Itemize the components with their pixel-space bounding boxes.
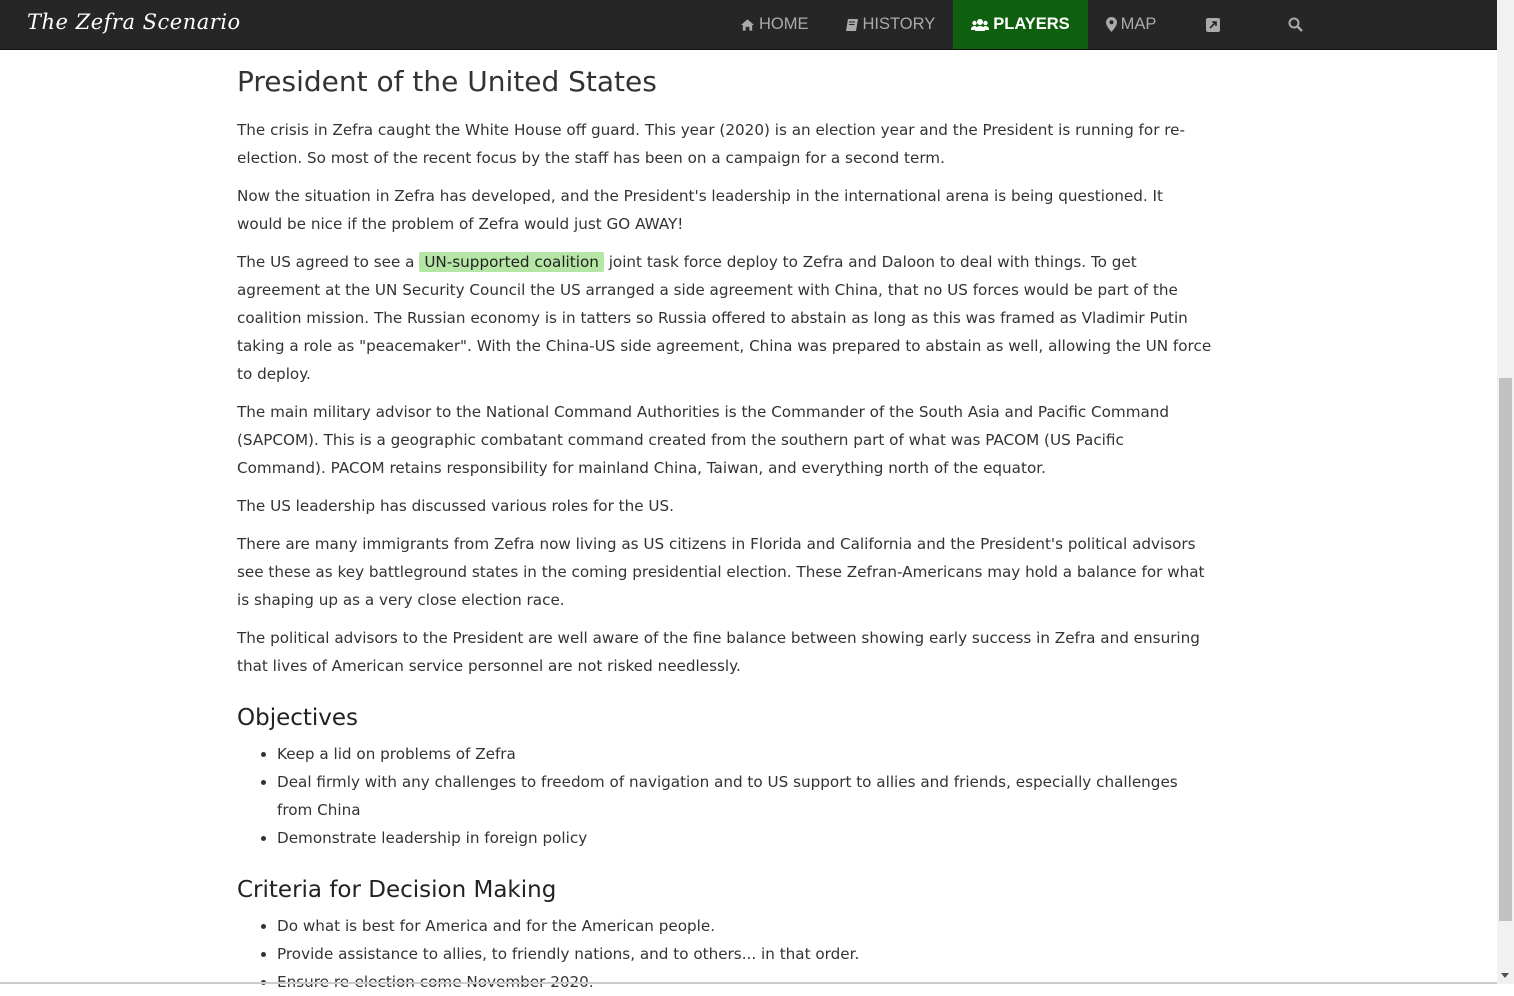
paragraph-advisors: The political advisors to the President …: [237, 629, 1200, 675]
page-title: President of the United States: [237, 65, 657, 98]
paragraph-roles: The US leadership has discussed various …: [237, 497, 675, 515]
nav-home-label: HOME: [759, 15, 809, 33]
objective-item: Demonstrate leadership in foreign policy: [277, 824, 1212, 852]
paragraph-coalition: The US agreed to see a UN-supported coal…: [237, 248, 1212, 388]
nav-history-label: HISTORY: [862, 15, 936, 33]
nav-players[interactable]: PLAYERS: [953, 0, 1088, 49]
paragraph-coalition-start: The US agreed to see a: [237, 253, 420, 271]
nav-map-label: MAP: [1120, 15, 1157, 33]
un-coalition-link[interactable]: UN-supported coalition: [419, 252, 604, 272]
home-icon: [740, 18, 755, 32]
nav-history[interactable]: HISTORY: [827, 0, 954, 49]
scrollbar-thumb[interactable]: [1499, 378, 1512, 921]
site-brand[interactable]: The Zefra Scenario: [27, 10, 241, 34]
objective-item: Keep a lid on problems of Zefra: [277, 740, 1212, 768]
objective-item: Deal firmly with any challenges to freed…: [277, 768, 1212, 824]
objectives-heading: Objectives: [237, 705, 359, 731]
objectives-list: Keep a lid on problems of Zefra Deal fir…: [237, 740, 1212, 852]
criteria-heading: Criteria for Decision Making: [237, 877, 557, 903]
main-nav: HOME HISTORY PLAYERS MAP: [722, 0, 1339, 49]
nav-external-link[interactable]: [1174, 0, 1256, 49]
top-navbar: The Zefra Scenario HOME HISTORY PLAYERS …: [0, 0, 1497, 50]
paragraph-situation: Now the situation in Zefra has developed…: [237, 187, 1163, 233]
criteria-item: Provide assistance to allies, to friendl…: [277, 940, 1212, 968]
search-icon: [1288, 17, 1304, 32]
paragraph-sapcom: The main military advisor to the Nationa…: [237, 403, 1170, 477]
map-marker-icon: [1105, 17, 1117, 32]
criteria-item: Do what is best for America and for the …: [277, 912, 1212, 940]
vertical-scrollbar[interactable]: [1497, 0, 1514, 984]
nav-search[interactable]: [1256, 0, 1339, 49]
nav-players-label: PLAYERS: [993, 15, 1070, 33]
book-icon: [845, 18, 859, 32]
paragraph-coalition-end: joint task force deploy to Zefra and Dal…: [237, 253, 1212, 383]
nav-home[interactable]: HOME: [722, 0, 827, 49]
external-link-icon: [1206, 17, 1221, 32]
users-icon: [971, 18, 990, 32]
main-content: President of the United States The crisi…: [237, 62, 1212, 996]
paragraph-immigrants: There are many immigrants from Zefra now…: [237, 535, 1205, 609]
scroll-down-arrow-icon[interactable]: [1501, 973, 1509, 978]
paragraph-crisis: The crisis in Zefra caught the White Hou…: [237, 121, 1186, 167]
nav-map[interactable]: MAP: [1088, 0, 1175, 49]
